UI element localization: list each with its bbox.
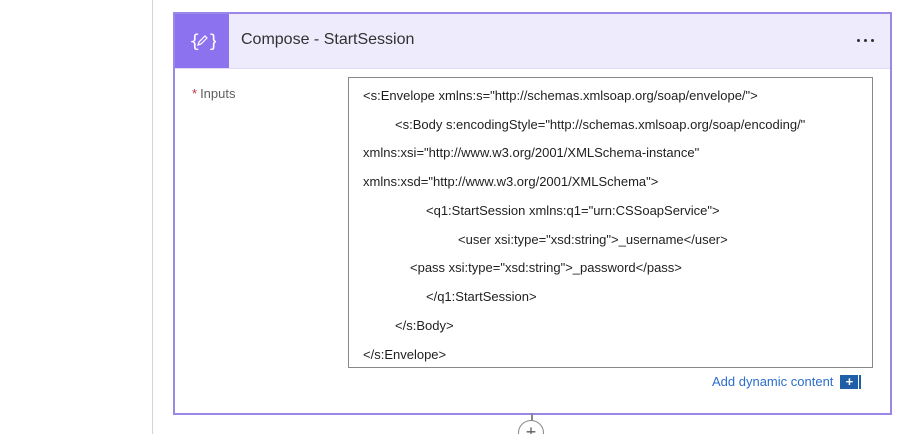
inputs-line: xmlns:xsi="http://www.w3.org/2001/XMLSch… (363, 145, 700, 160)
compose-braces-icon: { } (175, 14, 229, 68)
inputs-line: xmlns:xsd="http://www.w3.org/2001/XMLSch… (363, 174, 659, 189)
inputs-line: <user xsi:type="xsd:string">_username</u… (458, 232, 728, 247)
inputs-line: <s:Body s:encodingStyle="http://schemas.… (395, 117, 806, 132)
divider (152, 0, 153, 434)
add-dynamic-content-link[interactable]: Add dynamic content (712, 374, 833, 389)
more-dot-icon (870, 38, 874, 42)
add-dynamic-content[interactable]: Add dynamic content + (712, 374, 862, 389)
inputs-label-text: Inputs (200, 86, 236, 101)
inputs-line: </s:Envelope> (363, 347, 447, 362)
svg-text:}: } (208, 31, 216, 52)
flow-canvas: { } Compose - StartSession *Inputs <s:En… (0, 0, 905, 434)
more-dot-icon (863, 38, 867, 42)
more-dot-icon (856, 38, 860, 42)
compose-action-card[interactable]: { } Compose - StartSession *Inputs <s:En… (173, 12, 892, 415)
more-options-button[interactable] (849, 28, 881, 52)
inputs-line: <pass xsi:type="xsd:string">_password</p… (410, 260, 682, 275)
inputs-line: <q1:StartSession xmlns:q1="urn:CSSoapSer… (426, 203, 720, 218)
add-step-button[interactable]: + (518, 420, 544, 434)
required-marker: * (192, 86, 198, 101)
inputs-field[interactable]: <s:Envelope xmlns:s="http://schemas.xmls… (348, 77, 873, 368)
card-header[interactable]: { } Compose - StartSession (175, 14, 890, 69)
add-dynamic-content-icon[interactable]: + (840, 374, 862, 389)
inputs-line: <s:Envelope xmlns:s="http://schemas.xmls… (363, 88, 758, 103)
inputs-line: </q1:StartSession> (426, 289, 537, 304)
inputs-line: </s:Body> (395, 318, 454, 333)
inputs-label: * Inputs (192, 86, 235, 101)
card-title[interactable]: Compose - StartSession (241, 31, 414, 49)
